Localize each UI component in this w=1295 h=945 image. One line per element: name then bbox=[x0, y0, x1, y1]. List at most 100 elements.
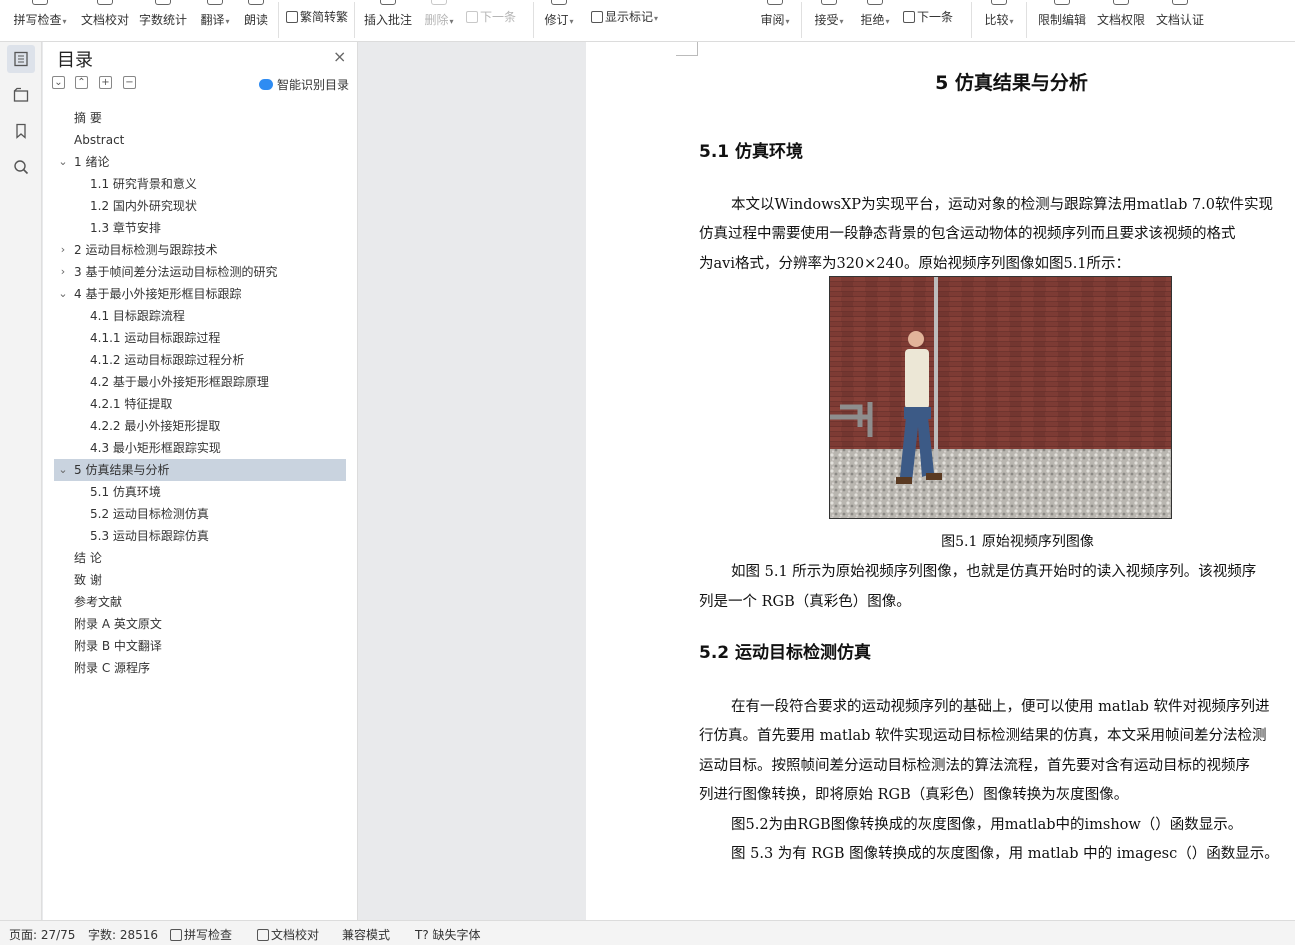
toc-item-label: 4.3 最小矩形框跟踪实现 bbox=[90, 441, 221, 455]
paragraph-line: 为avi格式，分辨率为320×240。原始视频序列图像如图5.1所示： bbox=[699, 256, 1131, 272]
toc-item-label: 4.2 基于最小外接矩形框跟踪原理 bbox=[90, 375, 269, 389]
toc-item[interactable]: 4.1 目标跟踪流程 bbox=[54, 305, 346, 327]
read-aloud-icon bbox=[248, 0, 264, 5]
reject-button[interactable]: 拒绝▾ bbox=[856, 0, 894, 42]
toc-item-label: 致 谢 bbox=[74, 573, 102, 587]
toc-item-label: 1.2 国内外研究现状 bbox=[90, 199, 197, 213]
bookmark-icon bbox=[16, 123, 26, 139]
chevron-right-icon[interactable]: › bbox=[57, 261, 69, 283]
close-icon[interactable]: × bbox=[333, 47, 346, 66]
toc-item[interactable]: ⌄ 1 绪论 bbox=[54, 151, 346, 173]
toc-item[interactable]: › 2 运动目标检测与跟踪技术 bbox=[54, 239, 346, 261]
doc-auth-button[interactable]: 文档认证 bbox=[1154, 0, 1206, 42]
toc-item[interactable]: › 3 基于帧间差分法运动目标检测的研究 bbox=[54, 261, 346, 283]
toc-item[interactable]: 摘 要 bbox=[54, 107, 346, 129]
toc-item-label: 3 基于帧间差分法运动目标检测的研究 bbox=[74, 265, 278, 279]
toc-item[interactable]: 5.1 仿真环境 bbox=[54, 481, 346, 503]
show-markup-button[interactable]: 显示标记▾ bbox=[591, 8, 671, 28]
toc-item[interactable]: 1.1 研究背景和意义 bbox=[54, 173, 346, 195]
smart-detect-toc-button[interactable]: 智能识别目录 bbox=[259, 76, 349, 93]
video-frame-figure[interactable] bbox=[829, 276, 1172, 519]
expand-up-icon[interactable]: ⌃ bbox=[75, 76, 88, 89]
folder-tree-icon bbox=[13, 87, 29, 102]
compare-button[interactable]: 比较▾ bbox=[980, 0, 1018, 42]
restrict-edit-button[interactable]: 限制编辑 bbox=[1036, 0, 1088, 42]
toc-item-label: 4 基于最小外接矩形框目标跟踪 bbox=[74, 287, 242, 301]
toc-item[interactable]: 4.2.2 最小外接矩形提取 bbox=[54, 415, 346, 437]
add-heading-icon[interactable]: + bbox=[99, 76, 112, 89]
toc-item-label: 附录 A 英文原文 bbox=[74, 617, 162, 631]
insert-comment-button[interactable]: 插入批注 bbox=[362, 0, 414, 42]
toc-item[interactable]: 参考文献 bbox=[54, 591, 346, 613]
chevron-right-icon[interactable]: › bbox=[57, 239, 69, 261]
missing-font-button[interactable]: T? 缺失字体 bbox=[415, 926, 481, 943]
checkbox-icon bbox=[170, 929, 182, 941]
toc-item[interactable]: 5.3 运动目标跟踪仿真 bbox=[54, 525, 346, 547]
review-button[interactable]: 审阅▾ bbox=[757, 0, 793, 42]
toc-item[interactable]: 4.1.1 运动目标跟踪过程 bbox=[54, 327, 346, 349]
translate-button[interactable]: 翻译▾ bbox=[196, 0, 234, 42]
word-count-button[interactable]: 字数统计 bbox=[137, 0, 189, 42]
chevron-down-icon[interactable]: ⌄ bbox=[57, 459, 69, 481]
chevron-down-icon[interactable]: ⌄ bbox=[57, 283, 69, 305]
toc-item[interactable]: 5.2 运动目标检测仿真 bbox=[54, 503, 346, 525]
chapter-heading: 5 仿真结果与分析 bbox=[935, 72, 1088, 94]
toc-item[interactable]: 4.2.1 特征提取 bbox=[54, 393, 346, 415]
accept-button[interactable]: 接受▾ bbox=[810, 0, 848, 42]
figure-caption: 图5.1 原始视频序列图像 bbox=[941, 534, 1094, 550]
toc-item[interactable]: 附录 C 源程序 bbox=[54, 657, 346, 679]
toc-item[interactable]: ⌄ 5 仿真结果与分析 bbox=[54, 459, 346, 481]
side-icon-bar bbox=[0, 42, 42, 920]
ribbon-divider bbox=[533, 2, 534, 38]
toc-item[interactable]: 1.2 国内外研究现状 bbox=[54, 195, 346, 217]
compat-mode-indicator[interactable]: 兼容模式 bbox=[342, 926, 390, 943]
toc-item-label: 1 绪论 bbox=[74, 155, 110, 169]
chevron-down-icon[interactable]: ⌄ bbox=[57, 151, 69, 173]
toc-item[interactable]: 致 谢 bbox=[54, 569, 346, 591]
ribbon-divider bbox=[278, 2, 279, 38]
word-count-indicator[interactable]: 字数: 28516 bbox=[88, 926, 158, 943]
toc-item[interactable]: 附录 A 英文原文 bbox=[54, 613, 346, 635]
compare-icon bbox=[991, 0, 1007, 5]
toc-item[interactable]: ⌄ 4 基于最小外接矩形框目标跟踪 bbox=[54, 283, 346, 305]
reject-icon bbox=[867, 0, 883, 5]
search-button[interactable] bbox=[7, 153, 35, 181]
toc-item-label: 2 运动目标检测与跟踪技术 bbox=[74, 243, 218, 257]
toc-item[interactable]: Abstract bbox=[54, 129, 346, 151]
spell-check-button[interactable]: 拼写检查▾ bbox=[10, 0, 70, 42]
accept-icon bbox=[821, 0, 837, 5]
status-spell-check[interactable]: 拼写检查 bbox=[170, 926, 232, 943]
toc-item[interactable]: 1.3 章节安排 bbox=[54, 217, 346, 239]
status-doc-proof[interactable]: 文档校对 bbox=[257, 926, 319, 943]
trad-simplified-button[interactable]: 繁简转繁 bbox=[286, 8, 348, 28]
show-markup-icon bbox=[591, 11, 603, 23]
next-comment-button[interactable]: 下一条 bbox=[466, 8, 526, 28]
document-page[interactable]: 5 仿真结果与分析 5.1 仿真环境 本文以WindowsXP为实现平台，运动对… bbox=[586, 42, 1295, 920]
toc-item[interactable]: 附录 B 中文翻译 bbox=[54, 635, 346, 657]
toc-item[interactable]: 4.1.2 运动目标跟踪过程分析 bbox=[54, 349, 346, 371]
word-count-icon bbox=[155, 0, 171, 5]
remove-heading-icon[interactable]: − bbox=[123, 76, 136, 89]
bookmark-button[interactable] bbox=[7, 117, 35, 145]
toc-item[interactable]: 结 论 bbox=[54, 547, 346, 569]
delete-comment-button[interactable]: 删除▾ bbox=[421, 0, 457, 42]
toc-item[interactable]: 4.3 最小矩形框跟踪实现 bbox=[54, 437, 346, 459]
toc-item-label: 结 论 bbox=[74, 551, 102, 565]
page-indicator[interactable]: 页面: 27/75 bbox=[9, 926, 75, 943]
chapter-nav-button[interactable] bbox=[7, 81, 35, 109]
comment-icon bbox=[380, 0, 396, 5]
doc-permission-button[interactable]: 文档权限 bbox=[1095, 0, 1147, 42]
paragraph-line: 图 5.3 为有 RGB 图像转换成的灰度图像，用 matlab 中的 imag… bbox=[731, 846, 1279, 862]
doc-proof-button[interactable]: 文档校对 bbox=[79, 0, 131, 42]
read-aloud-button[interactable]: 朗读 bbox=[241, 0, 271, 42]
toc-icon bbox=[14, 51, 28, 67]
toc-item[interactable]: 4.2 基于最小外接矩形框跟踪原理 bbox=[54, 371, 346, 393]
translate-icon bbox=[207, 0, 223, 5]
collapse-all-icon[interactable]: ⌄ bbox=[52, 76, 65, 89]
toc-item-label: 5.1 仿真环境 bbox=[90, 485, 161, 499]
track-changes-button[interactable]: 修订▾ bbox=[541, 0, 577, 42]
toc-panel-button[interactable] bbox=[7, 45, 35, 73]
next-change-button[interactable]: 下一条 bbox=[903, 8, 965, 28]
font-warning-icon: T? bbox=[415, 928, 429, 942]
next-change-icon bbox=[903, 11, 915, 23]
